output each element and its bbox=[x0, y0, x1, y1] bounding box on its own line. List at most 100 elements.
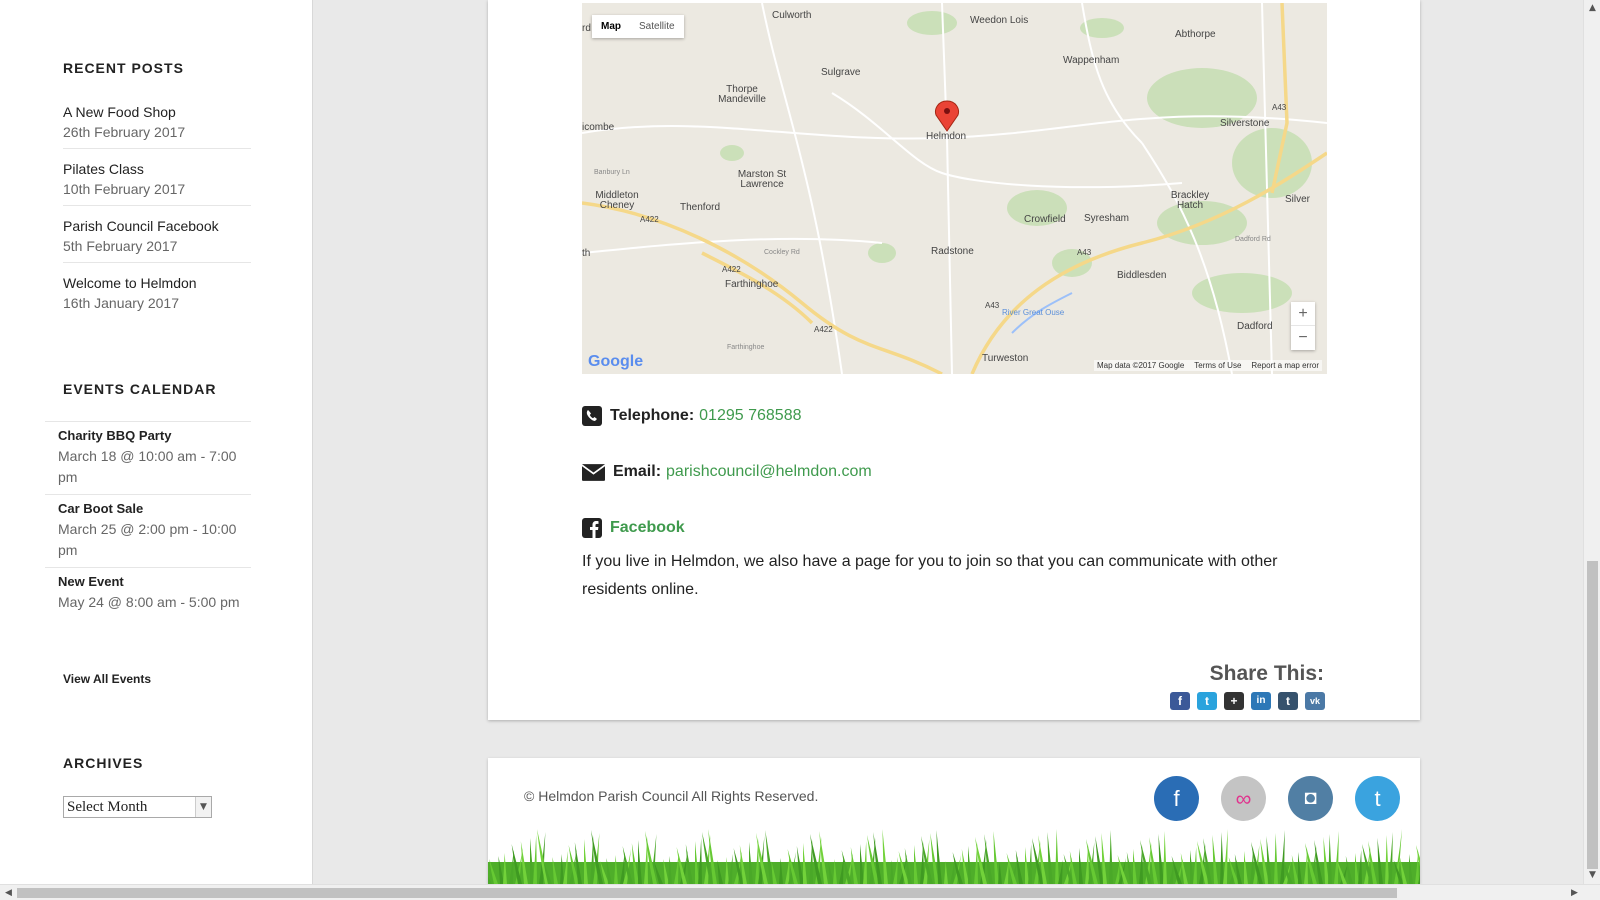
list-item: Welcome to Helmdon 16th January 2017 bbox=[63, 271, 251, 319]
email-row: Email: parishcouncil@helmdon.com bbox=[582, 463, 872, 481]
map-place: Silver bbox=[1285, 194, 1311, 205]
email-link[interactable]: parishcouncil@helmdon.com bbox=[666, 463, 872, 481]
map-road-label: A422 bbox=[640, 215, 659, 224]
map-type-map-button[interactable]: Map bbox=[592, 15, 630, 38]
map-road-label: A43 bbox=[985, 301, 1000, 310]
map-road-label: A43 bbox=[1077, 248, 1092, 257]
zoom-out-button[interactable]: − bbox=[1291, 326, 1315, 350]
telephone-link[interactable]: 01295 768588 bbox=[699, 407, 801, 425]
archives-select[interactable]: Select Month ▼ bbox=[63, 796, 212, 818]
facebook-link[interactable]: Facebook bbox=[610, 519, 685, 537]
envelope-icon bbox=[582, 463, 605, 481]
share-vk-icon[interactable]: vk bbox=[1305, 692, 1325, 710]
list-item: Pilates Class 10th February 2017 bbox=[63, 157, 251, 206]
map-data-text: Map data ©2017 Google bbox=[1096, 361, 1185, 370]
list-item: Charity BBQ Party March 18 @ 10:00 am - … bbox=[45, 421, 251, 494]
map-place: Silverstone bbox=[1220, 118, 1270, 129]
map-place: Helmdon bbox=[926, 131, 967, 142]
map-marker-icon bbox=[935, 100, 959, 132]
post-date: 16th January 2017 bbox=[63, 295, 179, 311]
event-link[interactable]: New Event bbox=[58, 572, 251, 592]
map-place: Dadford bbox=[1237, 321, 1273, 332]
map-place: Abthorpe bbox=[1175, 29, 1216, 40]
telephone-row: Telephone: 01295 768588 bbox=[582, 406, 801, 426]
event-date: March 18 @ 10:00 am - 7:00 pm bbox=[58, 448, 237, 485]
google-logo-text: Google bbox=[588, 353, 644, 370]
vertical-scrollbar[interactable]: ▲ ▼ bbox=[1583, 0, 1600, 884]
flickr-icon[interactable]: ∞ bbox=[1221, 776, 1266, 821]
post-link[interactable]: Parish Council Facebook bbox=[63, 216, 251, 236]
horizontal-scrollbar[interactable]: ◀ ▶ bbox=[0, 884, 1600, 900]
scroll-up-icon[interactable]: ▲ bbox=[1584, 0, 1600, 17]
post-date: 26th February 2017 bbox=[63, 124, 186, 140]
post-date: 5th February 2017 bbox=[63, 238, 178, 254]
list-item: A New Food Shop 26th February 2017 bbox=[63, 100, 251, 149]
google-map[interactable]: Culworth Weedon Lois Abthorpe Sulgrave W… bbox=[582, 3, 1327, 374]
map-place: icombe bbox=[582, 122, 615, 133]
post-link[interactable]: A New Food Shop bbox=[63, 102, 251, 122]
share-tumblr-icon[interactable]: t bbox=[1278, 692, 1298, 710]
scrollbar-thumb[interactable] bbox=[1587, 561, 1598, 869]
map-place: Syresham bbox=[1084, 213, 1130, 224]
map-type-satellite-button[interactable]: Satellite bbox=[630, 15, 684, 38]
map-road-label: Farthinghoe bbox=[727, 344, 765, 351]
facebook-description: If you live in Helmdon, we also have a p… bbox=[582, 553, 1278, 598]
event-date: May 24 @ 8:00 am - 5:00 pm bbox=[58, 594, 240, 610]
map-place: Farthinghoe bbox=[725, 279, 779, 290]
map-canvas bbox=[582, 3, 1327, 374]
map-place: Thorpe Mandeville bbox=[718, 84, 766, 105]
telephone-label: Telephone: bbox=[610, 407, 695, 424]
grass-decoration bbox=[488, 829, 1420, 884]
recent-posts-list: A New Food Shop 26th February 2017 Pilat… bbox=[63, 100, 251, 327]
post-date: 10th February 2017 bbox=[63, 181, 186, 197]
map-place: Marston St Lawrence bbox=[737, 169, 787, 190]
share-facebook-icon[interactable]: f bbox=[1170, 692, 1190, 710]
recent-posts-title: RECENT POSTS bbox=[63, 60, 184, 76]
facebook-icon[interactable]: f bbox=[1154, 776, 1199, 821]
list-item: Car Boot Sale March 25 @ 2:00 pm - 10:00… bbox=[45, 494, 251, 567]
post-link[interactable]: Welcome to Helmdon bbox=[63, 273, 251, 293]
map-place: rd bbox=[582, 23, 591, 34]
view-all-events-link[interactable]: View All Events bbox=[63, 672, 151, 686]
scroll-right-icon[interactable]: ▶ bbox=[1566, 885, 1583, 900]
map-place: Culworth bbox=[772, 10, 812, 21]
map-place: Turweston bbox=[982, 353, 1029, 364]
map-place: Wappenham bbox=[1063, 55, 1120, 66]
list-item: New Event May 24 @ 8:00 am - 5:00 pm bbox=[45, 567, 251, 619]
share-plus-icon[interactable]: + bbox=[1224, 692, 1244, 710]
share-title: Share This: bbox=[1209, 662, 1324, 685]
scrollbar-thumb[interactable] bbox=[17, 888, 1397, 898]
event-link[interactable]: Car Boot Sale bbox=[58, 499, 251, 519]
map-footer: Map data ©2017 Google Terms of Use Repor… bbox=[1093, 360, 1322, 371]
copyright-text: © Helmdon Parish Council All Rights Rese… bbox=[524, 788, 819, 804]
map-road-label: Cockley Rd bbox=[764, 249, 800, 256]
scroll-left-icon[interactable]: ◀ bbox=[0, 885, 17, 900]
zoom-in-button[interactable]: + bbox=[1291, 302, 1315, 326]
scroll-down-icon[interactable]: ▼ bbox=[1584, 867, 1600, 884]
twitter-icon[interactable]: t bbox=[1355, 776, 1400, 821]
events-list: Charity BBQ Party March 18 @ 10:00 am - … bbox=[45, 421, 251, 619]
list-item: Parish Council Facebook 5th February 201… bbox=[63, 214, 251, 263]
map-place: Radstone bbox=[931, 246, 974, 257]
terms-of-use-link[interactable]: Terms of Use bbox=[1194, 361, 1241, 370]
event-link[interactable]: Charity BBQ Party bbox=[58, 426, 251, 446]
facebook-square-icon bbox=[582, 518, 602, 538]
share-linkedin-icon[interactable]: in bbox=[1251, 692, 1271, 710]
instagram-icon[interactable]: ◘ bbox=[1288, 776, 1333, 821]
phone-icon bbox=[582, 406, 602, 426]
map-road-label: A422 bbox=[722, 265, 741, 274]
report-map-error-link[interactable]: Report a map error bbox=[1251, 361, 1319, 370]
map-place: Biddlesden bbox=[1117, 270, 1167, 281]
facebook-row: Facebook bbox=[582, 518, 685, 538]
share-icons: f t + in t vk bbox=[1170, 692, 1325, 710]
archives-select-value: Select Month bbox=[67, 799, 148, 815]
map-road-label: A422 bbox=[814, 325, 833, 334]
share-twitter-icon[interactable]: t bbox=[1197, 692, 1217, 710]
chevron-down-icon: ▼ bbox=[195, 797, 211, 817]
map-place: th bbox=[582, 248, 591, 259]
post-link[interactable]: Pilates Class bbox=[63, 159, 251, 179]
map-river-label: River Great Ouse bbox=[1002, 308, 1065, 317]
event-date: March 25 @ 2:00 pm - 10:00 pm bbox=[58, 521, 237, 558]
contact-card: Culworth Weedon Lois Abthorpe Sulgrave W… bbox=[488, 0, 1420, 720]
map-place: Weedon Lois bbox=[970, 15, 1029, 26]
